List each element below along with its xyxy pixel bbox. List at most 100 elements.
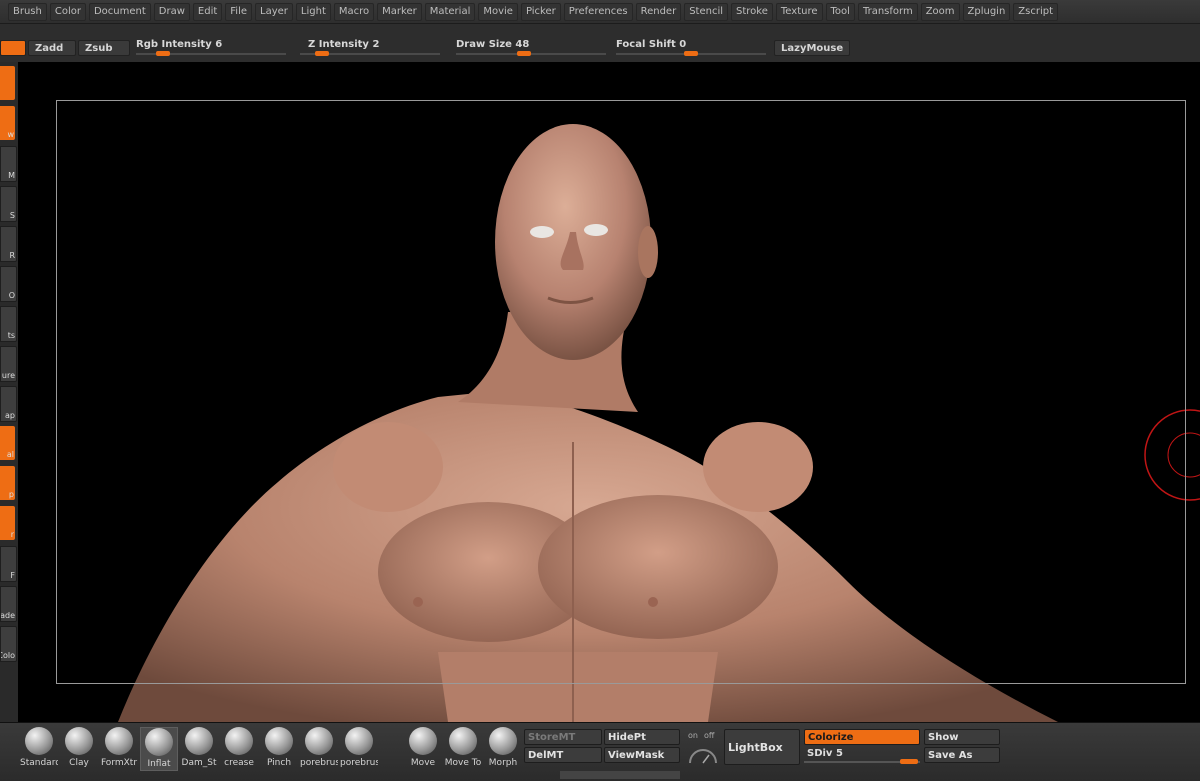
- document-frame: [56, 100, 1186, 684]
- menu-zplugin[interactable]: Zplugin: [962, 2, 1011, 21]
- z-intensity-knob[interactable]: [315, 51, 329, 56]
- left-tray-button[interactable]: ap: [0, 386, 17, 422]
- brush-sphere-icon: [409, 727, 437, 755]
- brush-name: Pinch: [266, 758, 292, 768]
- viewmask-button[interactable]: ViewMask: [604, 747, 680, 763]
- brush-standard[interactable]: Standard: [20, 727, 58, 771]
- brush-inflat[interactable]: Inflat: [140, 727, 178, 771]
- menu-stroke[interactable]: Stroke: [731, 2, 773, 21]
- shelf-scroll-handle[interactable]: [560, 771, 680, 779]
- focal-shift-label: Focal Shift: [616, 39, 676, 50]
- menu-material[interactable]: Material: [424, 2, 476, 21]
- sdiv-knob[interactable]: [900, 759, 918, 764]
- zsub-button[interactable]: Zsub: [78, 40, 130, 56]
- menu-light[interactable]: Light: [295, 2, 331, 21]
- colorize-button[interactable]: Colorize: [804, 729, 920, 745]
- brush-sphere-icon: [265, 727, 293, 755]
- on-off-toggle[interactable]: on off: [684, 727, 722, 767]
- brush-formxtr[interactable]: FormXtr: [100, 727, 138, 771]
- brush-name: Inflat: [147, 759, 171, 769]
- menu-file[interactable]: File: [225, 2, 253, 21]
- menu-brush[interactable]: Brush: [8, 2, 47, 21]
- menu-draw[interactable]: Draw: [153, 2, 190, 21]
- brush-sphere-icon: [489, 727, 517, 755]
- save-as-button[interactable]: Save As: [924, 747, 1000, 763]
- left-tray-button[interactable]: O: [0, 266, 17, 302]
- left-tray-caption: ure: [1, 371, 15, 380]
- document-canvas[interactable]: [18, 62, 1200, 722]
- left-tray-button[interactable]: al: [0, 426, 15, 460]
- sdiv-value: 5: [835, 748, 843, 759]
- menu-movie[interactable]: Movie: [478, 2, 518, 21]
- menu-stencil[interactable]: Stencil: [684, 2, 729, 21]
- left-tray-button[interactable]: ts: [0, 306, 17, 342]
- menu-edit[interactable]: Edit: [192, 2, 223, 21]
- brush-porebrus[interactable]: porebrus: [300, 727, 338, 771]
- menu-transform[interactable]: Transform: [857, 2, 918, 21]
- left-tray-button[interactable]: w: [0, 106, 15, 140]
- menu-macro[interactable]: Macro: [333, 2, 375, 21]
- menu-color[interactable]: Color: [49, 2, 86, 21]
- menu-zscript[interactable]: Zscript: [1013, 2, 1059, 21]
- left-tray-caption: S: [9, 211, 15, 220]
- sdiv-slider[interactable]: SDiv 5: [804, 747, 920, 765]
- show-button[interactable]: Show: [924, 729, 1000, 745]
- focal-shift-knob[interactable]: [684, 51, 698, 56]
- draw-size-track: [456, 53, 606, 55]
- left-tray-caption: F: [10, 571, 15, 580]
- menu-zoom[interactable]: Zoom: [920, 2, 960, 21]
- brush-move[interactable]: Move: [404, 727, 442, 771]
- brush-clay[interactable]: Clay: [60, 727, 98, 771]
- z-intensity-slider[interactable]: Z Intensity 2: [300, 39, 440, 59]
- brush-sphere-icon: [225, 727, 253, 755]
- menu-picker[interactable]: Picker: [520, 2, 561, 21]
- brush-name: porebrus: [300, 758, 338, 768]
- rgb-intensity-knob[interactable]: [156, 51, 170, 56]
- brush-sphere-icon: [185, 727, 213, 755]
- left-tray-button[interactable]: M: [0, 146, 17, 182]
- brush-crease[interactable]: crease: [220, 727, 258, 771]
- left-tray: w M S R Ots ure ap al p r Fhade Colo: [0, 62, 19, 722]
- zadd-button[interactable]: Zadd: [28, 40, 76, 56]
- storemt-button[interactable]: StoreMT: [524, 729, 602, 745]
- menu-preferences[interactable]: Preferences: [563, 2, 633, 21]
- draw-size-label: Draw Size: [456, 39, 512, 50]
- brush-name: crease: [224, 758, 254, 768]
- left-tray-button[interactable]: r: [0, 506, 15, 540]
- left-tray-button[interactable]: [0, 66, 15, 100]
- left-tray-button[interactable]: S: [0, 186, 17, 222]
- focal-shift-slider[interactable]: Focal Shift 0: [616, 39, 766, 59]
- left-tray-button[interactable]: hade: [0, 586, 17, 622]
- left-tray-button[interactable]: Colo: [0, 626, 17, 662]
- menu-document[interactable]: Document: [88, 2, 151, 21]
- brush-porebrus[interactable]: porebrus: [340, 727, 378, 771]
- lightbox-button[interactable]: LightBox: [724, 729, 800, 765]
- brush-morph[interactable]: Morph: [484, 727, 522, 771]
- focal-shift-value: 0: [679, 39, 687, 50]
- brush-sphere-icon: [305, 727, 333, 755]
- menu-layer[interactable]: Layer: [255, 2, 293, 21]
- draw-size-slider[interactable]: Draw Size 48: [456, 39, 606, 59]
- left-tray-button[interactable]: F: [0, 546, 17, 582]
- rgb-intensity-slider[interactable]: Rgb Intensity 6: [136, 39, 286, 59]
- brush-pinch[interactable]: Pinch: [260, 727, 298, 771]
- hidept-button[interactable]: HidePt: [604, 729, 680, 745]
- draw-size-knob[interactable]: [517, 51, 531, 56]
- lazymouse-button[interactable]: LazyMouse: [774, 40, 850, 56]
- mrgb-button[interactable]: [0, 40, 26, 56]
- rgb-intensity-label: Intensity: [161, 39, 212, 50]
- left-tray-caption: p: [8, 490, 14, 499]
- z-intensity-value: 2: [372, 39, 380, 50]
- left-tray-button[interactable]: R: [0, 226, 17, 262]
- rgb-intensity-value: 6: [215, 39, 223, 50]
- delmt-button[interactable]: DelMT: [524, 747, 602, 763]
- main-menu-bar: Brush Color Document Draw Edit File Layer Light…: [0, 0, 1200, 24]
- left-tray-button[interactable]: ure: [0, 346, 17, 382]
- menu-tool[interactable]: Tool: [825, 2, 855, 21]
- brush-dam-st[interactable]: Dam_St: [180, 727, 218, 771]
- menu-marker[interactable]: Marker: [377, 2, 422, 21]
- brush-move-to[interactable]: Move To: [444, 727, 482, 771]
- left-tray-button[interactable]: p: [0, 466, 15, 500]
- menu-render[interactable]: Render: [635, 2, 682, 21]
- menu-texture[interactable]: Texture: [775, 2, 823, 21]
